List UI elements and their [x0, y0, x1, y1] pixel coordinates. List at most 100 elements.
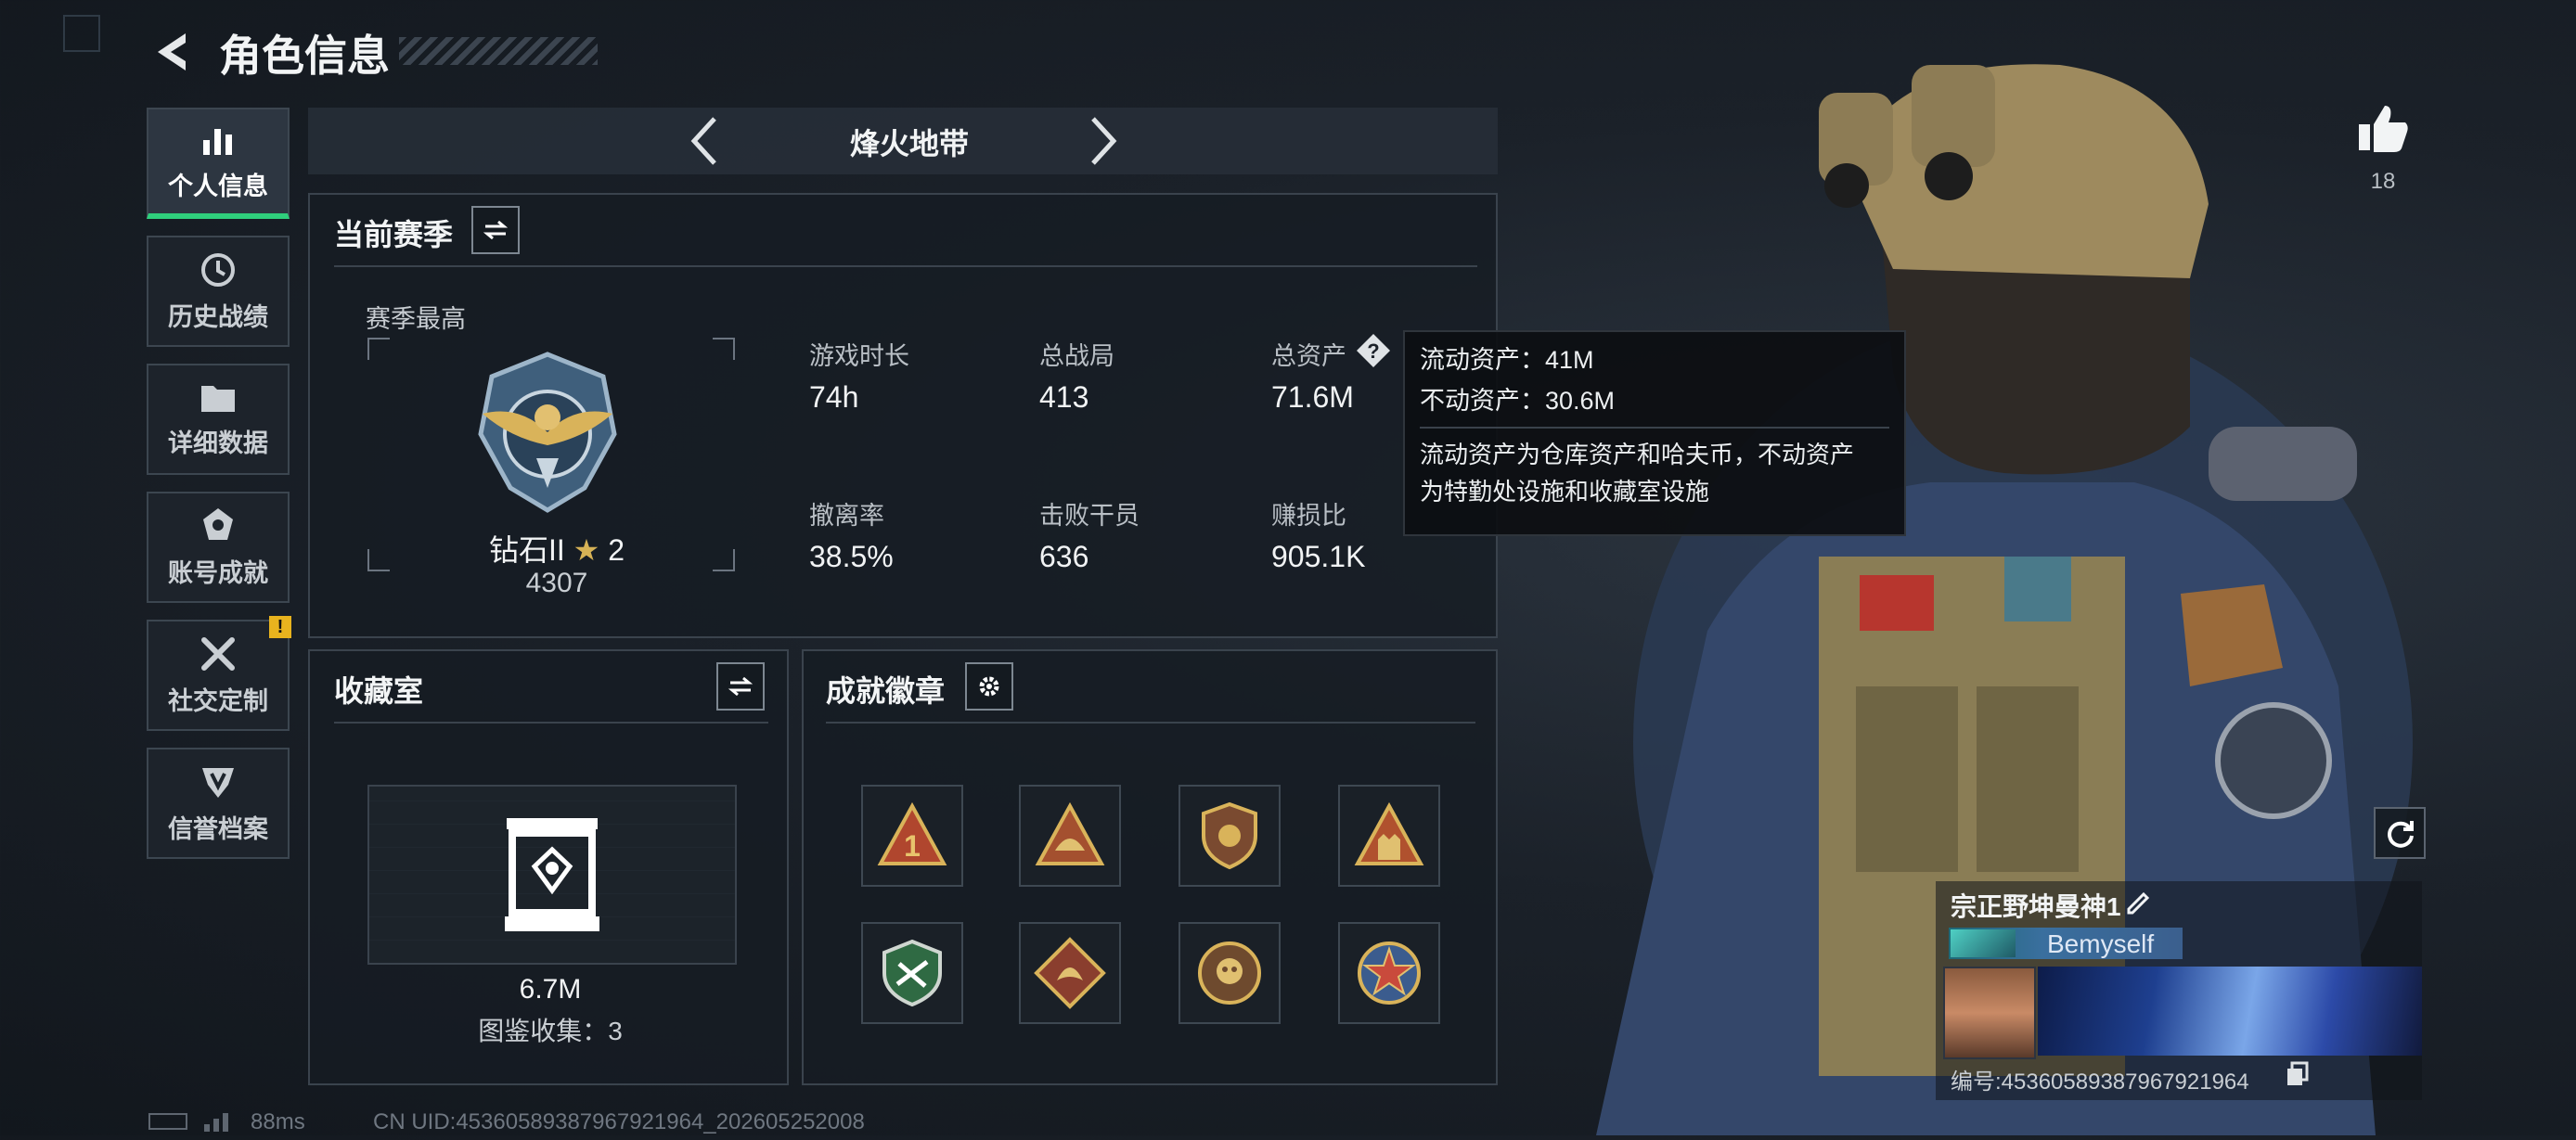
copy-icon — [2287, 1061, 2309, 1085]
battery-icon — [148, 1113, 187, 1130]
assets-help-icon[interactable]: ? — [1355, 332, 1392, 369]
assets-tooltip: 流动资产：41M 不动资产：30.6M 流动资产为仓库资产和哈夫币，不动资产 为… — [1403, 330, 1906, 536]
svg-text:1: 1 — [904, 829, 921, 863]
nav-label-detailed-data: 详细数据 — [168, 429, 268, 457]
mode-label: 烽火地带 — [849, 127, 969, 160]
page-title: 角色信息 — [219, 32, 390, 80]
rank-stars: 2 — [608, 533, 625, 567]
collection-count: 图鉴收集：3 — [478, 1017, 623, 1045]
helmet-triangle-badge[interactable] — [1019, 785, 1121, 887]
nav-label-reputation: 信誉档案 — [168, 814, 268, 843]
gear-icon — [979, 676, 999, 697]
stat-label-kills: 击败干员 — [1039, 502, 1140, 530]
tooltip-liquid-assets: 流动资产：41M — [1420, 346, 1594, 374]
folder-icon — [201, 385, 235, 412]
triangle-one-badge[interactable]: 1 — [861, 785, 963, 887]
refresh-button[interactable] — [2374, 807, 2426, 859]
player-avatar[interactable] — [1943, 967, 2036, 1059]
triangle-one-badge-icon: 1 — [877, 801, 947, 865]
rank-score: 4307 — [525, 568, 588, 598]
back-arrow-icon — [158, 33, 186, 70]
alert-badge: ! — [269, 616, 291, 638]
player-banner — [2038, 967, 2422, 1056]
edit-name-button[interactable] — [2123, 887, 2153, 916]
frame-corner — [713, 338, 735, 360]
nav-history[interactable]: 历史战绩 — [147, 236, 290, 347]
nav-detailed-data[interactable]: 详细数据 — [147, 364, 290, 475]
player-tag: Bemyself — [2047, 929, 2155, 958]
diamond-eagle-emblem-icon — [478, 352, 617, 513]
divider — [334, 265, 1477, 267]
dragon-diamond-badge-icon — [1034, 937, 1106, 1009]
back-button[interactable] — [148, 28, 195, 76]
player-name: 宗正野坤曼神1 — [1951, 892, 2121, 921]
soldiers-triangle-badge-icon — [1354, 801, 1424, 865]
collection-title: 收藏室 — [334, 674, 424, 708]
dragon-diamond-badge[interactable] — [1019, 922, 1121, 1024]
stat-value-matches: 413 — [1039, 380, 1089, 414]
nav-personal-info[interactable]: 个人信息 — [147, 108, 290, 219]
question-diamond-icon: ? — [1357, 334, 1390, 367]
green-shield-badge[interactable] — [861, 922, 963, 1024]
star-wreath-badge[interactable] — [1338, 922, 1440, 1024]
divider — [334, 722, 768, 724]
signal-bars-icon — [204, 1113, 228, 1132]
nav-label-achievements: 账号成就 — [168, 558, 268, 587]
nav-label-social-custom: 社交定制 — [168, 686, 268, 715]
season-title: 当前赛季 — [334, 218, 454, 251]
corner-frame-icon — [63, 15, 100, 52]
uid-text: CN UID:4536058938796792​1964_20260525200… — [373, 1109, 865, 1134]
ping-text: 88ms — [251, 1109, 305, 1134]
soldiers-triangle-badge[interactable] — [1338, 785, 1440, 887]
stat-value-assets: 71.6M — [1271, 380, 1354, 414]
tooltip-divider — [1420, 427, 1889, 429]
bar-chart-icon — [203, 128, 232, 155]
divider — [826, 722, 1475, 724]
frame-corner — [367, 549, 390, 571]
nav-reputation[interactable]: 信誉档案 — [147, 748, 290, 859]
nav-achievements[interactable]: 账号成就 — [147, 492, 290, 603]
frame-corner — [367, 338, 390, 360]
svg-text:?: ? — [1367, 339, 1379, 363]
like-button[interactable] — [2355, 100, 2411, 156]
tooltip-desc-line2: 为特勤处设施和收藏室设施 — [1420, 478, 1710, 506]
collection-switch-button[interactable] — [716, 662, 765, 711]
stat-label-assets: 总资产 — [1271, 342, 1346, 370]
pencil-icon — [2127, 891, 2150, 915]
season-switch-button[interactable] — [471, 206, 520, 254]
shield-emblem-badge[interactable] — [1179, 785, 1281, 887]
season-best-label: 赛季最高 — [366, 305, 466, 333]
next-mode-button[interactable] — [1084, 115, 1121, 167]
prev-mode-button[interactable] — [687, 115, 724, 167]
chevron-right-icon — [1091, 117, 1117, 165]
tooltip-desc-line1: 流动资产为仓库资产和哈夫币，不动资产 — [1420, 441, 1855, 468]
nav-social-custom[interactable]: 社交定制 — [147, 620, 290, 731]
copy-id-button[interactable] — [2285, 1061, 2311, 1087]
refresh-icon — [2388, 821, 2414, 848]
signal-icon — [202, 1109, 236, 1132]
stat-label-matches: 总战局 — [1039, 342, 1114, 370]
green-shield-badge-icon — [882, 939, 942, 1007]
stat-label-playtime: 游戏时长 — [809, 342, 909, 370]
medal-icon — [203, 507, 233, 540]
frame-corner — [713, 549, 735, 571]
nav-label-history: 历史战绩 — [168, 302, 268, 331]
achievements-settings-button[interactable] — [965, 662, 1013, 711]
history-clock-icon — [201, 252, 235, 287]
chevron-left-icon — [690, 117, 716, 165]
stat-label-extraction-rate: 撤离率 — [809, 502, 884, 530]
rank-star-icon: ★ — [573, 533, 600, 567]
skull-round-badge-icon — [1198, 941, 1261, 1005]
stat-label-profit-ratio: 赚损比 — [1271, 502, 1346, 530]
player-id: 编号:4536058938796792196​4 — [1951, 1070, 2249, 1095]
display-case-icon — [505, 818, 599, 931]
rank-name: 钻石II — [488, 533, 565, 567]
skull-round-badge[interactable] — [1179, 922, 1281, 1024]
swap-arrows-icon — [483, 220, 509, 240]
helmet-triangle-badge-icon — [1035, 801, 1105, 865]
thumbs-up-icon — [2359, 106, 2408, 152]
shield-emblem-icon — [202, 767, 234, 798]
stat-value-extraction-rate: 38.5% — [809, 540, 894, 573]
collection-room-card[interactable] — [367, 785, 737, 965]
tooltip-fixed-assets: 不动资产：30.6M — [1420, 387, 1616, 415]
